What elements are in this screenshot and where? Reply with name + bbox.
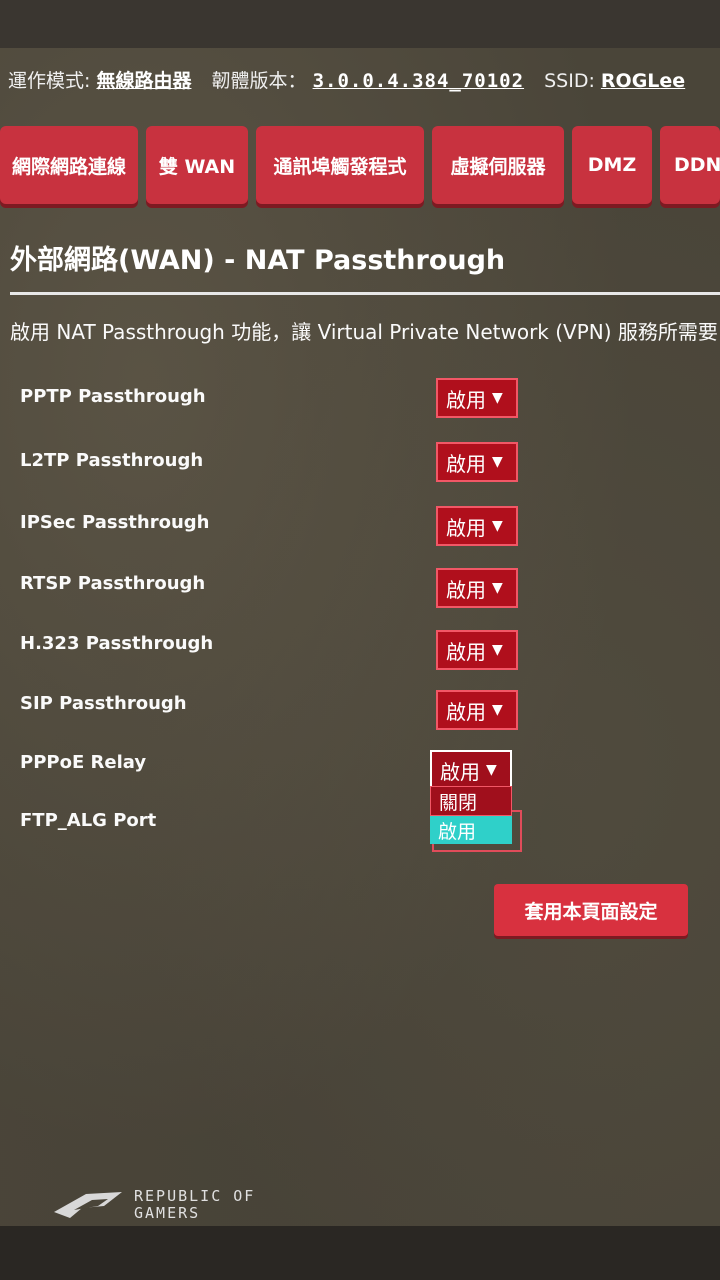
pptp-select[interactable]: 啟用 ▼ <box>436 378 518 418</box>
firmware-value-link[interactable]: 3.0.0.4.384_70102 <box>313 70 524 92</box>
status-bar: 運作模式: 無線路由器 韌體版本： 3.0.0.4.384_70102 SSID… <box>8 66 699 93</box>
pppoe-relay-select-value: 啟用 <box>440 759 480 784</box>
tab-dual-wan[interactable]: 雙 WAN <box>146 126 248 204</box>
tab-internet-connection[interactable]: 網際網路連線 <box>0 126 138 204</box>
ssid-label: SSID: <box>544 70 595 92</box>
rog-brand-line2: GAMERS <box>134 1204 201 1222</box>
chevron-down-icon: ▼ <box>492 518 503 534</box>
top-band <box>0 0 720 48</box>
l2tp-select-value: 啟用 <box>446 451 486 476</box>
tab-dmz[interactable]: DMZ <box>572 126 652 204</box>
sip-select-value: 啟用 <box>446 699 486 724</box>
ipsec-label: IPSec Passthrough <box>20 512 210 533</box>
chevron-down-icon: ▼ <box>492 454 503 470</box>
firmware-label: 韌體版本： <box>211 70 307 92</box>
apply-button[interactable]: 套用本頁面設定 <box>494 884 688 936</box>
ipsec-select[interactable]: 啟用 ▼ <box>436 506 518 546</box>
pptp-label: PPTP Passthrough <box>20 386 206 407</box>
sip-label: SIP Passthrough <box>20 693 187 714</box>
rog-brand-text: REPUBLIC OF GAMERS <box>134 1188 255 1222</box>
rog-eye-icon <box>54 1192 122 1218</box>
monitor-bezel <box>0 1226 720 1280</box>
title-divider <box>10 292 720 295</box>
sip-select[interactable]: 啟用 ▼ <box>436 690 518 730</box>
l2tp-select[interactable]: 啟用 ▼ <box>436 442 518 482</box>
rtsp-select-value: 啟用 <box>446 577 486 602</box>
chevron-down-icon: ▼ <box>492 580 503 596</box>
h323-select[interactable]: 啟用 ▼ <box>436 630 518 670</box>
mode-label: 運作模式: <box>8 70 91 92</box>
dropdown-option-enable[interactable]: 啟用 <box>430 816 512 844</box>
mode-value-link[interactable]: 無線路由器 <box>96 70 191 92</box>
pppoe-relay-select[interactable]: 啟用 ▼ <box>430 750 512 790</box>
ftp-alg-port-label: FTP_ALG Port <box>20 810 157 831</box>
h323-select-value: 啟用 <box>446 639 486 664</box>
dropdown-option-disable[interactable]: 關閉 <box>430 786 512 816</box>
chevron-down-icon: ▼ <box>492 702 503 718</box>
pppoe-relay-label: PPPoE Relay <box>20 752 147 773</box>
tab-ddns[interactable]: DDN <box>660 126 720 204</box>
rog-logo: REPUBLIC OF GAMERS <box>52 1188 255 1222</box>
tab-bar: 網際網路連線 雙 WAN 通訊埠觸發程式 虛擬伺服器 DMZ DDN <box>0 126 720 210</box>
rtsp-label: RTSP Passthrough <box>20 573 206 594</box>
ipsec-select-value: 啟用 <box>446 515 486 540</box>
chevron-down-icon: ▼ <box>492 642 503 658</box>
tab-port-trigger[interactable]: 通訊埠觸發程式 <box>256 126 424 204</box>
page-title: 外部網路(WAN) - NAT Passthrough <box>10 245 506 276</box>
chevron-down-icon: ▼ <box>486 762 497 778</box>
l2tp-label: L2TP Passthrough <box>20 450 204 471</box>
rog-brand-line1: REPUBLIC OF <box>134 1187 256 1205</box>
pptp-select-value: 啟用 <box>446 387 486 412</box>
h323-label: H.323 Passthrough <box>20 633 214 654</box>
ssid-value-link[interactable]: ROGLee <box>601 70 685 92</box>
pppoe-relay-dropdown: 關閉 啟用 <box>430 786 512 844</box>
tab-virtual-server[interactable]: 虛擬伺服器 <box>432 126 564 204</box>
rtsp-select[interactable]: 啟用 ▼ <box>436 568 518 608</box>
chevron-down-icon: ▼ <box>492 390 503 406</box>
page-description: 啟用 NAT Passthrough 功能，讓 Virtual Private … <box>10 320 718 344</box>
